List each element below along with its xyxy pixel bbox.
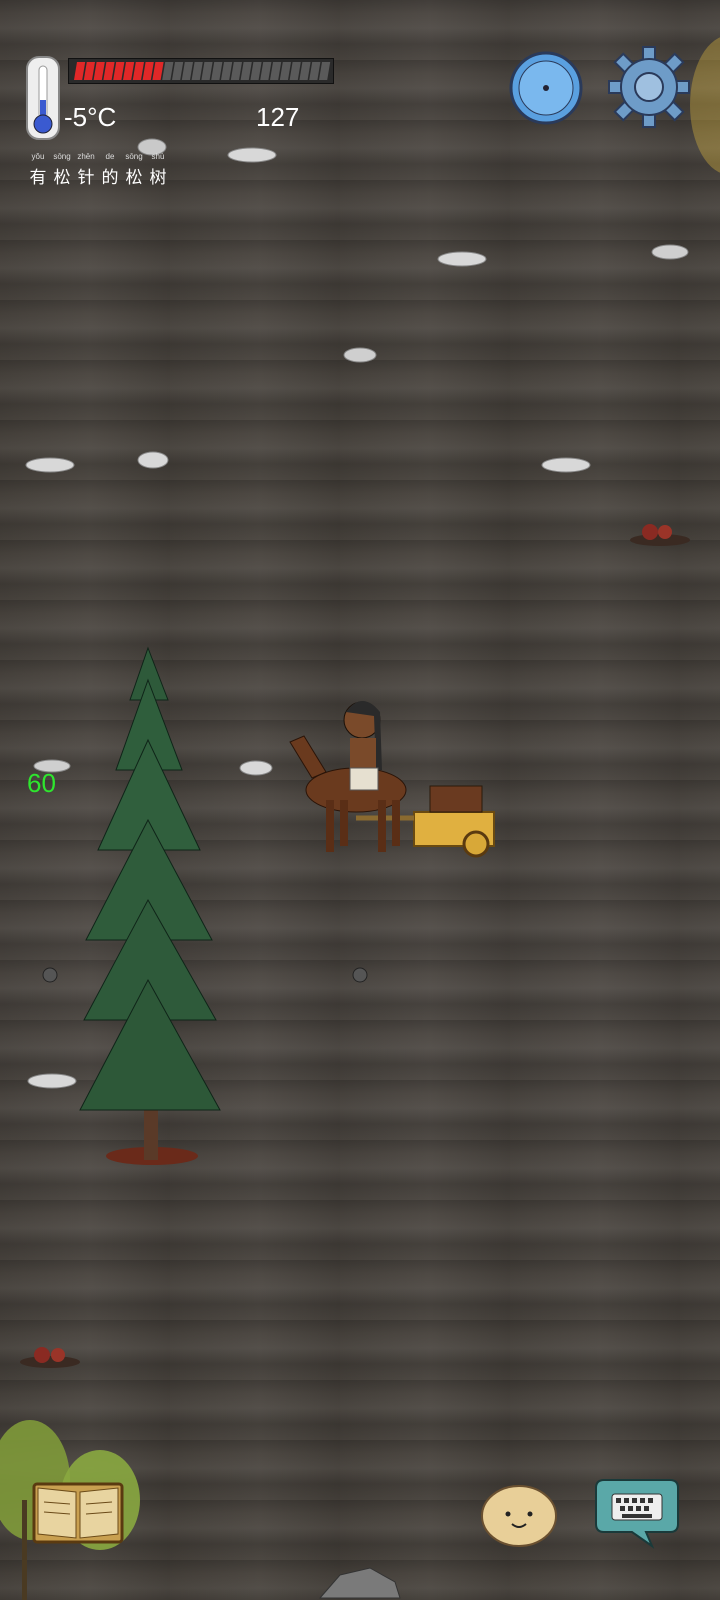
hint-character: sōng 松: [124, 152, 144, 188]
health-bar: [67, 57, 335, 85]
flint-stone[interactable]: [343, 347, 377, 363]
round-stone[interactable]: [42, 967, 58, 983]
hint-hanzi: 针: [77, 168, 95, 187]
big-rock[interactable]: [318, 1567, 401, 1599]
temperature-readout: -5°C: [64, 102, 117, 132]
food-count: 127: [256, 102, 300, 132]
game-world[interactable]: [0, 0, 720, 1600]
clay-deposit[interactable]: [20, 1347, 80, 1368]
flint-stone[interactable]: [137, 451, 169, 469]
hint-hanzi: 松: [125, 168, 143, 187]
hint-character: yǒu 有: [28, 152, 48, 188]
round-stone[interactable]: [352, 967, 368, 983]
flint-stone[interactable]: [541, 457, 591, 473]
hint-character: sōng 松: [52, 152, 72, 188]
hint-pinyin: de: [105, 152, 115, 161]
hint-hanzi: 的: [101, 168, 119, 187]
world-scene: [0, 138, 690, 1600]
hint-hanzi: 树: [149, 168, 167, 187]
hint-pinyin: zhēn: [77, 152, 95, 161]
face-icon[interactable]: [480, 1480, 558, 1548]
pine-tree[interactable]: [79, 646, 221, 1165]
flint-stone[interactable]: [437, 251, 487, 267]
flint-stone[interactable]: [651, 244, 689, 260]
flint-stone[interactable]: [239, 760, 273, 776]
object-hint: yǒu 有 sōng 松 zhēn 针 de 的 sōng 松 shù 树: [28, 152, 168, 188]
hint-pinyin: yǒu: [31, 152, 45, 161]
level-indicator: 60: [27, 768, 56, 798]
compass-icon[interactable]: [508, 50, 584, 126]
hint-pinyin: sōng: [53, 152, 71, 161]
flint-stone[interactable]: [27, 1073, 77, 1089]
book-icon[interactable]: [30, 1478, 126, 1548]
hint-character: de 的: [100, 152, 120, 188]
clay-deposit[interactable]: [630, 524, 690, 546]
horse-cart[interactable]: [289, 701, 495, 858]
hint-character: shù 树: [148, 152, 168, 188]
hint-character: zhēn 针: [76, 152, 96, 188]
hint-hanzi: 有: [29, 168, 47, 187]
flint-stone[interactable]: [25, 457, 75, 473]
hint-hanzi: 松: [53, 168, 71, 187]
sun-glow: [670, 30, 720, 180]
hint-pinyin: shù: [151, 152, 165, 161]
thermometer-icon: [26, 56, 60, 140]
hint-pinyin: sōng: [125, 152, 143, 161]
keyboard-icon[interactable]: [594, 1476, 680, 1550]
flint-stone[interactable]: [227, 147, 277, 163]
